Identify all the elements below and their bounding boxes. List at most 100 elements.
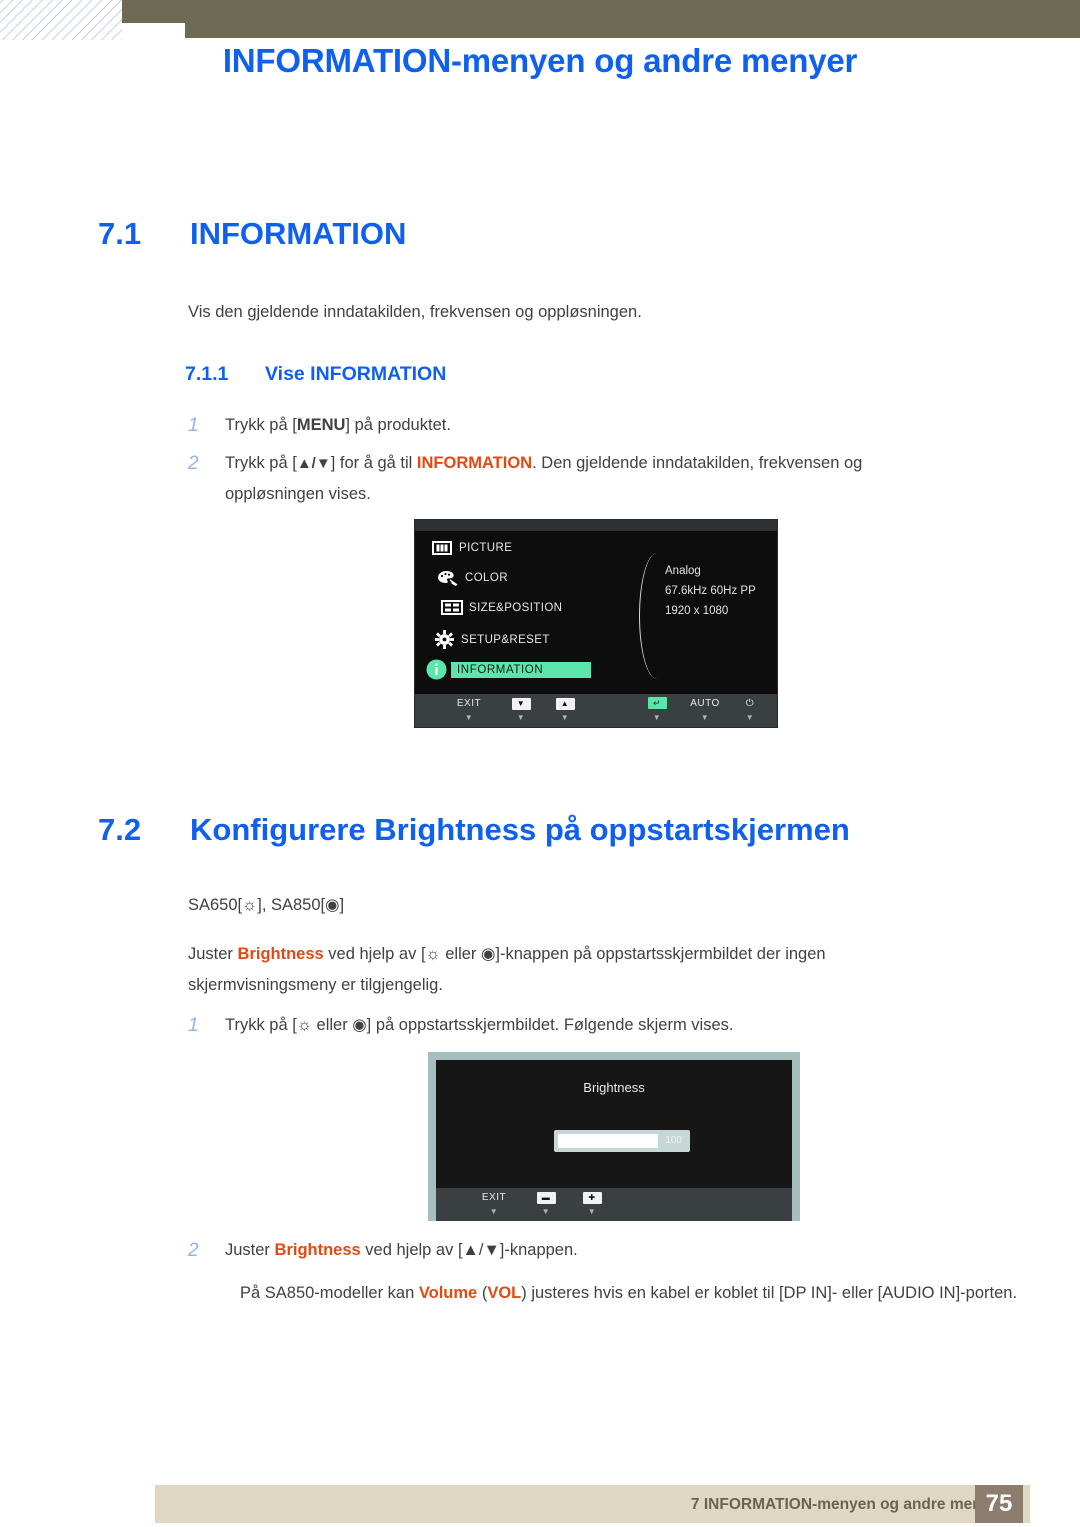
osd-button-tick: ▼ <box>745 713 755 722</box>
osd-button-tick: ▼ <box>489 1207 499 1216</box>
osd-item-size-position[interactable]: SIZE&POSITION <box>437 600 562 615</box>
list-marker: 1 <box>188 1015 199 1036</box>
list-item-text: Juster Brightness ved hjelp av [▲/▼]-kna… <box>225 1235 948 1266</box>
minus-icon: ▬ <box>536 1192 556 1204</box>
list-marker: 2 <box>188 1240 199 1261</box>
list-item: 1 Trykk på [☼ eller ◉] på oppstartsskjer… <box>188 1010 948 1041</box>
up-arrow-icon: ▲ <box>555 698 575 710</box>
note-text-a: På SA850-modeller kan <box>240 1284 419 1302</box>
osd-item-label: PICTURE <box>459 542 513 554</box>
osd-button-down[interactable]: ▼ ▼ <box>501 697 541 723</box>
heading-7-1-1-title: Vise INFORMATION <box>265 363 447 385</box>
highlight-brightness: Brightness <box>274 1241 361 1259</box>
picture-icon <box>427 541 457 555</box>
osd-brightness-title: Brightness <box>583 1080 645 1095</box>
osd-menu-list: PICTURE COLOR SIZE&POSITION SETUP&RESET … <box>415 531 630 696</box>
section-7-2-models: SA650[☼], SA850[◉] <box>188 896 345 914</box>
step-text-a: Trykk på [ <box>225 416 297 434</box>
osd-button-auto[interactable]: AUTO ▼ <box>683 697 727 723</box>
list-item: 2 Trykk på [▲/▼] for å gå til INFORMATIO… <box>188 448 928 510</box>
list-marker: 2 <box>188 453 199 474</box>
osd-button-label: EXIT <box>456 698 482 709</box>
osd-button-tick: ▼ <box>587 1207 597 1216</box>
highlight-brightness: Brightness <box>237 945 324 963</box>
osd-item-label: COLOR <box>465 572 508 584</box>
osd-item-label: SIZE&POSITION <box>469 601 563 614</box>
plus-icon: ✚ <box>582 1192 602 1204</box>
osd-button-label: ↵ <box>637 697 677 710</box>
osd-button-label: ▬ <box>526 1191 566 1204</box>
osd-item-label: INFORMATION <box>451 661 591 678</box>
osd-brightness-screen: Brightness 100 EXIT ▼ ▬ ▼ ✚ ▼ <box>436 1060 792 1221</box>
osd-top-strip <box>415 520 777 531</box>
heading-7-1-1: 7.1.1 Vise INFORMATION <box>185 363 446 386</box>
osd-brightness-dialog: Brightness 100 EXIT ▼ ▬ ▼ ✚ ▼ <box>428 1052 800 1221</box>
size-position-icon <box>437 600 467 615</box>
osd-button-tick: ▼ <box>516 713 526 722</box>
power-icon: ⏻ <box>745 698 755 709</box>
footer-text: 7 INFORMATION-menyen og andre menyer <box>690 1496 1005 1513</box>
osd-button-tick: ▼ <box>560 713 570 722</box>
heading-7-2-title: Konfigurere Brightness på oppstartskjerm… <box>190 812 850 847</box>
heading-7-2: 7.2 Konfigurere Brightness på oppstartskj… <box>98 812 850 848</box>
list-item-text: Trykk på [▲/▼] for å gå til INFORMATION.… <box>225 448 928 510</box>
heading-7-2-number: 7.2 <box>98 812 142 847</box>
osd-item-information[interactable]: INFORMATION <box>421 659 591 680</box>
osd-main-menu: PICTURE COLOR SIZE&POSITION SETUP&RESET … <box>414 519 778 728</box>
osd-button-exit[interactable]: EXIT ▼ <box>449 697 489 723</box>
heading-7-1-title: INFORMATION <box>190 216 407 251</box>
key-up-down: ▲/▼ <box>296 455 331 472</box>
page-title: INFORMATION-menyen og andre menyer <box>222 42 858 79</box>
list-item: 2 Juster Brightness ved hjelp av [▲/▼]-k… <box>188 1235 948 1266</box>
hatch-decoration <box>0 0 122 40</box>
osd-button-tick: ▼ <box>652 713 662 722</box>
osd-item-label: SETUP&RESET <box>461 633 550 646</box>
osd-button-minus[interactable]: ▬ ▼ <box>526 1191 566 1217</box>
enter-icon: ↵ <box>647 697 667 709</box>
list-marker: 1 <box>188 415 199 436</box>
section-7-2-intro: Juster Brightness ved hjelp av [☼ eller … <box>188 939 953 1001</box>
info-icon <box>421 659 451 680</box>
down-arrow-icon: ▼ <box>511 698 531 710</box>
osd-button-label: ▼ <box>501 697 541 710</box>
osd-button-bar: EXIT ▼ ▼ ▼ ▲ ▼ ↵ ▼ AUTO ▼ ⏻ ▼ <box>415 694 777 727</box>
osd-button-enter[interactable]: ↵ ▼ <box>637 697 677 723</box>
brightness-slider-fill <box>558 1134 658 1148</box>
osd-info-resolution: 1920 x 1080 <box>665 605 729 617</box>
list-item-text: Trykk på [☼ eller ◉] på oppstartsskjermb… <box>225 1016 734 1034</box>
intro-text-a: Juster <box>188 945 238 963</box>
osd-button-plus[interactable]: ✚ ▼ <box>572 1191 612 1217</box>
osd-info-panel: Analog 67.6kHz 60Hz PP 1920 x 1080 <box>665 561 756 621</box>
header-band <box>122 0 1080 38</box>
osd-item-color[interactable]: COLOR <box>433 570 508 586</box>
brightness-value: 100 <box>665 1135 682 1146</box>
brightness-slider[interactable]: 100 <box>554 1130 690 1152</box>
heading-7-1-1-number: 7.1.1 <box>185 363 229 385</box>
osd-button-exit[interactable]: EXIT ▼ <box>474 1191 514 1217</box>
osd-item-setup-reset[interactable]: SETUP&RESET <box>429 630 550 649</box>
highlight-vol: VOL <box>487 1284 522 1302</box>
osd-button-label: ✚ <box>572 1191 612 1204</box>
highlight-information: INFORMATION <box>416 454 533 472</box>
osd-button-label: AUTO <box>690 698 720 709</box>
list-item-text: Trykk på [MENU] på produktet. <box>225 410 948 441</box>
header-notch <box>122 23 185 38</box>
osd-button-tick: ▼ <box>464 713 474 722</box>
step-text-a: Trykk på [ <box>225 454 297 472</box>
step-text-a: Juster <box>225 1241 275 1259</box>
page-number: 75 <box>975 1485 1023 1523</box>
osd-button-up[interactable]: ▲ ▼ <box>545 697 585 723</box>
osd-button-power[interactable]: ⏻ ▼ <box>733 697 767 723</box>
step-text-b: ved hjelp av [▲/▼]-knappen. <box>360 1241 578 1259</box>
key-menu: MENU <box>296 416 346 434</box>
section-7-1-intro: Vis den gjeldende inndatakilden, frekven… <box>188 303 642 321</box>
note-text-b: ( <box>477 1284 488 1302</box>
step-text-b: ] for å gå til <box>330 454 417 472</box>
document-page: INFORMATION-menyen og andre menyer 7.1 IN… <box>0 0 1080 1527</box>
osd-item-picture[interactable]: PICTURE <box>427 541 512 555</box>
heading-7-1: 7.1 INFORMATION <box>98 216 406 252</box>
highlight-volume: Volume <box>418 1284 478 1302</box>
section-7-2-note: På SA850-modeller kan Volume (VOL) juste… <box>240 1278 1030 1309</box>
osd-info-source: Analog <box>665 565 701 577</box>
osd-button-label: ▲ <box>545 697 585 710</box>
